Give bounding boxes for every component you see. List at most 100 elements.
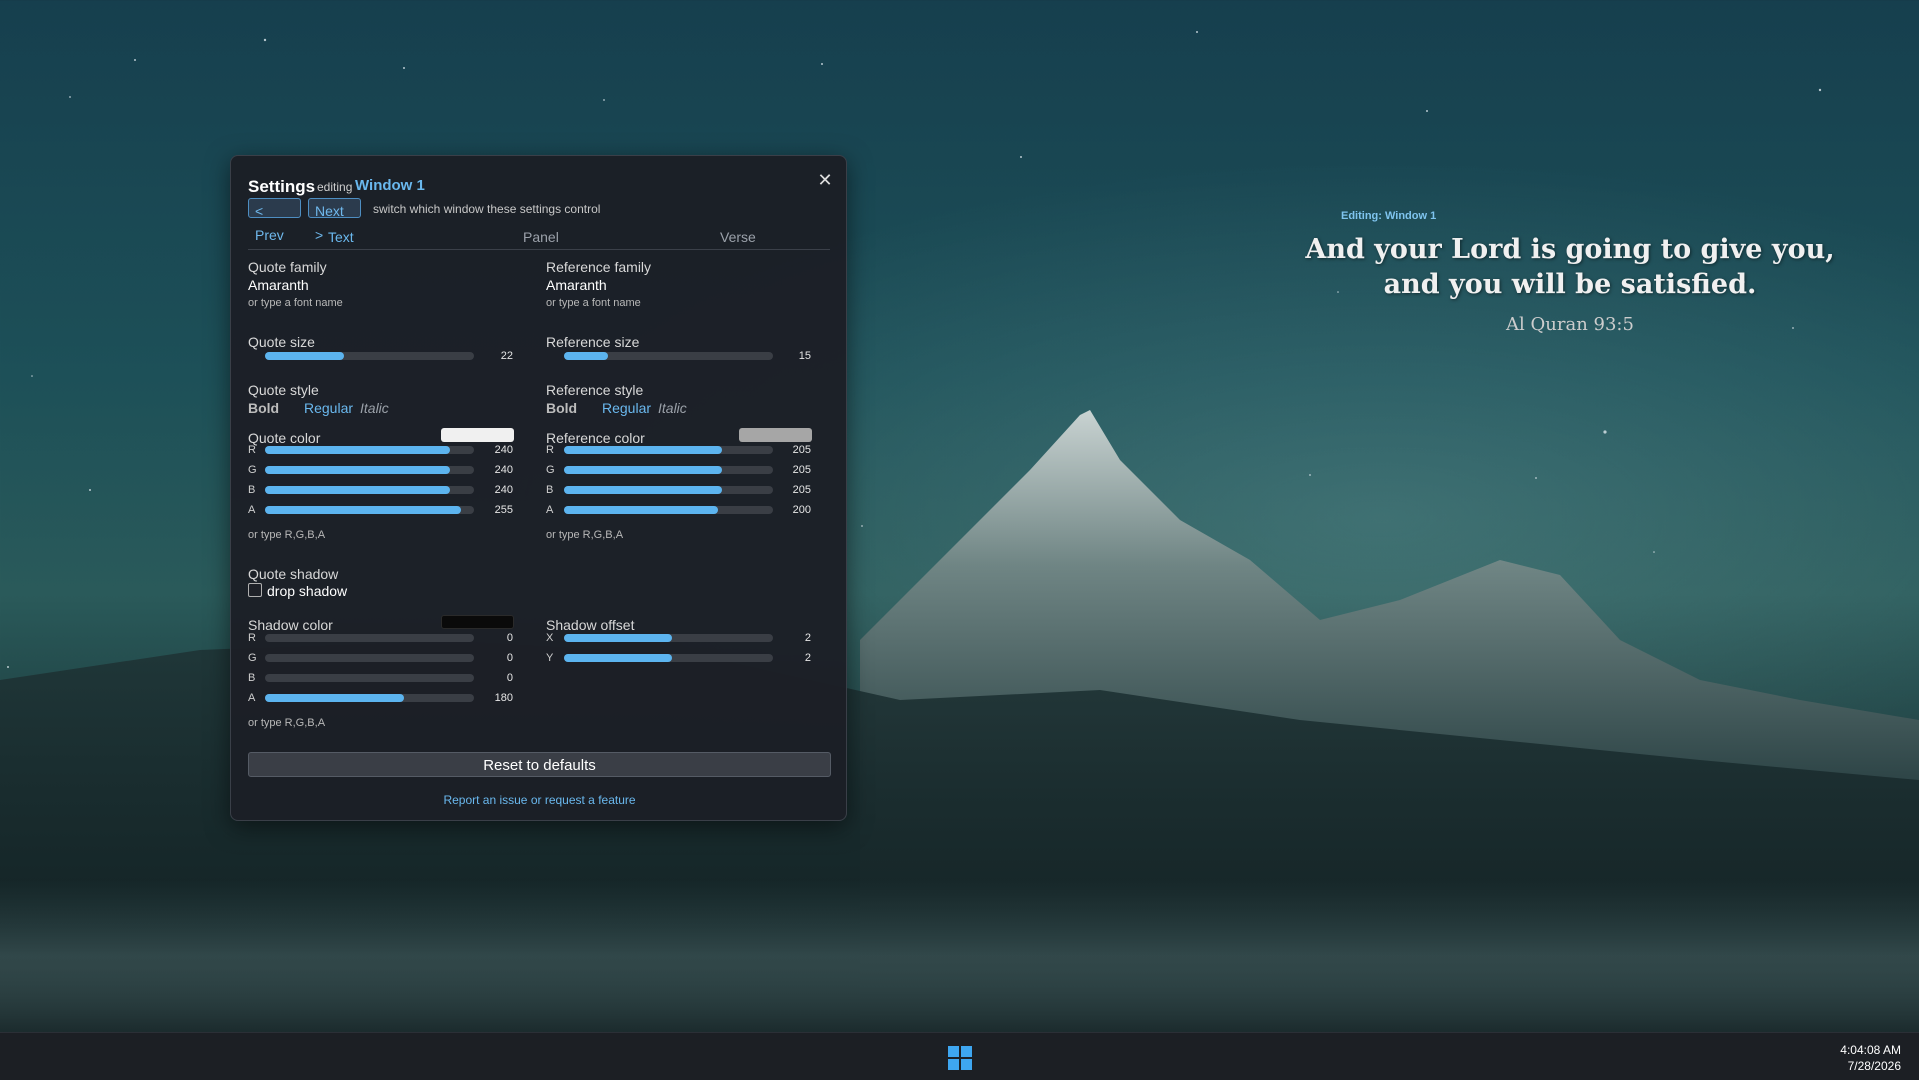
prev-window-button[interactable]: < Prev: [248, 198, 301, 243]
channel-fill: [564, 486, 722, 494]
channel-value: 205: [792, 464, 811, 476]
channel-fill: [564, 654, 673, 662]
quote-size-label: Quote size: [248, 334, 315, 350]
reference-style-label: Reference style: [546, 382, 644, 398]
channel-value: 2: [804, 632, 811, 644]
quote-style-regular[interactable]: Regular: [304, 400, 353, 416]
channel-slider-a[interactable]: [265, 694, 474, 702]
quote-style-bold[interactable]: Bold: [248, 400, 279, 416]
quote-color-hint: or type R,G,B,A: [248, 529, 326, 541]
quote-style-italic[interactable]: Italic: [360, 400, 389, 416]
shadow-offset-label: Shadow offset: [546, 617, 635, 633]
channel-fill: [265, 486, 450, 494]
tab-verse[interactable]: Verse: [720, 229, 756, 245]
channel-fill: [564, 634, 673, 642]
reference-size-slider[interactable]: [564, 352, 773, 360]
channel-slider-x[interactable]: [564, 634, 773, 642]
channel-slider-y[interactable]: [564, 654, 773, 662]
quote-line-1: And your Lord is going to give you,: [1305, 234, 1835, 265]
quote-color-label: Quote color: [248, 430, 321, 446]
quote-style-label: Quote style: [248, 382, 319, 398]
quote-overlay-window: Editing: Window 1 And your Lord is going…: [1300, 206, 1840, 335]
reference-family-label: Reference family: [546, 259, 652, 275]
channel-value: 2: [804, 652, 811, 664]
channel-label: R: [248, 632, 256, 644]
channel-slider-r[interactable]: [265, 634, 474, 642]
channel-slider-g[interactable]: [564, 466, 773, 474]
reference-color-label: Reference color: [546, 430, 645, 446]
channel-label: A: [546, 504, 554, 516]
reference-style-italic[interactable]: Italic: [658, 400, 687, 416]
channel-fill: [265, 446, 450, 454]
quote-size-fill: [265, 352, 345, 360]
channel-label: B: [248, 672, 256, 684]
channel-value: 205: [792, 444, 811, 456]
next-window-button[interactable]: Next >: [308, 198, 361, 243]
channel-fill: [265, 694, 404, 702]
drop-shadow-checkbox[interactable]: [248, 583, 262, 597]
reference-style-bold[interactable]: Bold: [546, 400, 577, 416]
channel-value: 180: [494, 692, 513, 704]
reset-defaults-button[interactable]: Reset to defaults: [248, 752, 831, 777]
taskbar: 4:04:08 AM 7/28/2026: [0, 1032, 1919, 1080]
settings-panel: Settings editing Window 1 ✕ < Prev Next …: [230, 155, 847, 821]
nav-hint: switch which window these settings contr…: [373, 202, 601, 216]
drop-shadow-label: drop shadow: [267, 583, 348, 599]
channel-label: R: [248, 444, 256, 456]
channel-slider-a[interactable]: [265, 506, 474, 514]
channel-label: G: [248, 652, 257, 664]
channel-fill: [265, 466, 450, 474]
windows-start-icon[interactable]: [948, 1046, 972, 1070]
quote-family-hint: or type a font name: [248, 297, 343, 309]
channel-fill: [564, 506, 719, 514]
shadow-color-hint: or type R,G,B,A: [248, 717, 326, 729]
reference-size-value: 15: [798, 350, 811, 362]
editing-label: editing: [317, 180, 353, 194]
channel-label: B: [546, 484, 554, 496]
settings-tabs: Text Panel Verse: [248, 229, 830, 250]
channel-label: G: [248, 464, 257, 476]
channel-label: G: [546, 464, 555, 476]
clock-date: 7/28/2026: [1847, 1059, 1901, 1073]
system-clock[interactable]: 4:04:08 AM 7/28/2026: [1840, 1042, 1901, 1074]
channel-label: A: [248, 692, 256, 704]
channel-value: 0: [506, 672, 513, 684]
channel-slider-b[interactable]: [265, 486, 474, 494]
settings-title: Settings: [248, 177, 316, 196]
close-icon[interactable]: ✕: [814, 169, 836, 191]
quote-size-slider[interactable]: [265, 352, 474, 360]
channel-slider-r[interactable]: [564, 446, 773, 454]
channel-value: 240: [494, 484, 513, 496]
channel-slider-a[interactable]: [564, 506, 773, 514]
reference-family-input[interactable]: Amaranth: [546, 277, 607, 293]
channel-slider-g[interactable]: [265, 654, 474, 662]
reference-color-hint: or type R,G,B,A: [546, 529, 624, 541]
editing-tag: Editing: Window 1: [1341, 210, 1437, 222]
channel-fill: [265, 506, 462, 514]
quote-family-label: Quote family: [248, 259, 327, 275]
channel-fill: [564, 466, 722, 474]
channel-slider-r[interactable]: [265, 446, 474, 454]
quote-color-swatch[interactable]: [441, 428, 514, 442]
channel-value: 0: [506, 652, 513, 664]
quote-family-input[interactable]: Amaranth: [248, 277, 309, 293]
reference-color-swatch[interactable]: [739, 428, 812, 442]
tab-text[interactable]: Text: [328, 229, 354, 245]
channel-value: 255: [494, 504, 513, 516]
channel-fill: [564, 446, 722, 454]
channel-value: 240: [494, 464, 513, 476]
quote-reference: Al Quran 93:5: [1506, 314, 1634, 335]
channel-value: 0: [506, 632, 513, 644]
shadow-color-swatch[interactable]: [441, 615, 514, 629]
channel-slider-b[interactable]: [265, 674, 474, 682]
channel-slider-b[interactable]: [564, 486, 773, 494]
shadow-color-label: Shadow color: [248, 617, 333, 633]
tab-panel[interactable]: Panel: [523, 229, 559, 245]
channel-slider-g[interactable]: [265, 466, 474, 474]
report-issue-link[interactable]: Report an issue or request a feature: [248, 793, 831, 807]
quote-shadow-label: Quote shadow: [248, 566, 339, 582]
channel-value: 200: [792, 504, 811, 516]
reference-style-regular[interactable]: Regular: [602, 400, 651, 416]
reference-size-fill: [564, 352, 608, 360]
quote-text: And your Lord is going to give you, and …: [1300, 232, 1840, 302]
